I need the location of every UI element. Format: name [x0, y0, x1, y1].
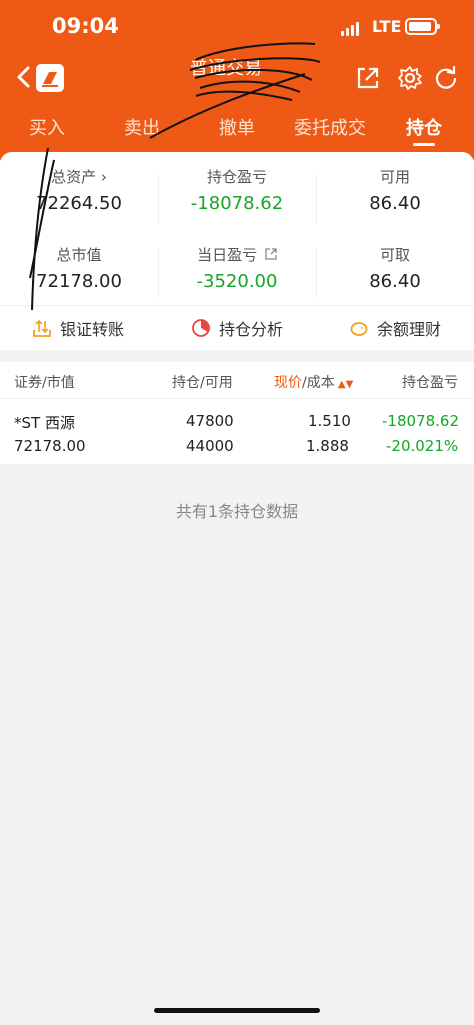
- daily-pl-label: 当日盈亏: [197, 246, 258, 264]
- network-label: LTE: [372, 17, 402, 36]
- refresh-icon[interactable]: [432, 64, 460, 92]
- market-value-value: 72178.00: [36, 271, 122, 292]
- total-assets[interactable]: 总资产 › 72264.50: [0, 166, 158, 214]
- tab-holdings[interactable]: 持仓: [406, 114, 442, 140]
- withdrawable-label: 可取: [379, 246, 410, 264]
- chevron-right-icon: ›: [96, 168, 107, 186]
- position-analysis-label: 持仓分析: [219, 320, 284, 339]
- quick-actions: 银证转账 持仓分析 余额理财: [0, 306, 474, 350]
- active-tab-indicator: [413, 143, 435, 146]
- col-pl[interactable]: 持仓盈亏: [402, 372, 458, 392]
- divider: [158, 174, 159, 224]
- daily-pl-value: -3520.00: [196, 271, 278, 292]
- divider: [0, 398, 474, 399]
- col-price-label: 现价: [274, 375, 302, 391]
- col-security-label: 证券: [14, 375, 42, 391]
- app-logo-icon: [36, 64, 64, 92]
- position-pl-label: 持仓盈亏: [206, 168, 267, 186]
- position-pl: 持仓盈亏 -18078.62: [158, 166, 316, 214]
- market-value: 总市值 72178.00: [0, 244, 158, 292]
- col-price[interactable]: 现价/成本 ▲▼: [274, 372, 353, 392]
- tab-buy[interactable]: 买入: [29, 114, 65, 140]
- share-icon[interactable]: [354, 64, 382, 92]
- back-icon[interactable]: [12, 62, 38, 92]
- available-label: 可用: [379, 168, 410, 186]
- tab-orders[interactable]: 委托成交: [294, 114, 366, 140]
- row-available: 44000: [186, 437, 234, 455]
- bank-transfer-label: 银证转账: [60, 320, 125, 339]
- tab-sell[interactable]: 卖出: [124, 114, 160, 140]
- pie-chart-icon: [192, 319, 210, 337]
- external-link-icon: [265, 248, 277, 260]
- tab-cancel[interactable]: 撤单: [219, 114, 255, 140]
- trade-tabs: 买入 卖出 撤单 委托成交 持仓: [0, 104, 474, 152]
- col-security[interactable]: 证券/市值: [14, 372, 75, 392]
- balance-finance-button[interactable]: 余额理财: [349, 316, 441, 340]
- row-market-value: 72178.00: [14, 437, 86, 455]
- row-cost: 1.888: [306, 437, 349, 455]
- position-analysis-button[interactable]: 持仓分析: [191, 316, 283, 340]
- holdings-table: 证券/市值 持仓/可用 现价/成本 ▲▼ 持仓盈亏 *ST 西源 72178.0…: [0, 362, 474, 464]
- row-position: 47800: [186, 412, 234, 430]
- withdrawable-funds: 可取 86.40: [316, 244, 474, 292]
- available-value: 86.40: [369, 193, 421, 214]
- market-value-label: 总市值: [56, 246, 102, 264]
- available-funds: 可用 86.40: [316, 166, 474, 214]
- col-avail-label: 可用: [204, 375, 233, 391]
- row-pl-pct: -20.021%: [386, 437, 459, 455]
- col-cost-label: 成本: [306, 375, 335, 391]
- holdings-count-text: 共有1条持仓数据: [175, 502, 299, 521]
- row-name: *ST 西源: [14, 414, 75, 432]
- total-assets-value: 72264.50: [36, 193, 122, 214]
- row-price: 1.510: [308, 412, 351, 430]
- status-bar: 09:04 LTE: [0, 0, 474, 56]
- row-pl: -18078.62: [382, 412, 459, 430]
- status-time: 09:04: [52, 14, 119, 38]
- col-position[interactable]: 持仓/可用: [172, 372, 233, 392]
- gear-icon[interactable]: [396, 64, 424, 92]
- transfer-icon: [33, 319, 51, 337]
- daily-pl[interactable]: 当日盈亏 -3520.00: [158, 244, 316, 292]
- signal-icon: [341, 20, 359, 36]
- divider: [158, 248, 159, 298]
- position-pl-value: -18078.62: [190, 193, 284, 214]
- withdrawable-value: 86.40: [369, 271, 421, 292]
- divider: [316, 174, 317, 224]
- piggy-bank-icon: [350, 322, 368, 336]
- total-assets-label: 总资产: [51, 168, 97, 186]
- balance-finance-label: 余额理财: [377, 320, 442, 339]
- battery-icon: [405, 18, 440, 35]
- bank-transfer-button[interactable]: 银证转账: [32, 316, 124, 340]
- nav-title[interactable]: 普通交易: [190, 54, 300, 84]
- divider: [316, 248, 317, 298]
- col-market-label: 市值: [46, 375, 75, 391]
- home-indicator: [154, 1008, 320, 1013]
- sort-icon: ▲▼: [334, 379, 354, 390]
- col-position-label: 持仓: [172, 375, 200, 391]
